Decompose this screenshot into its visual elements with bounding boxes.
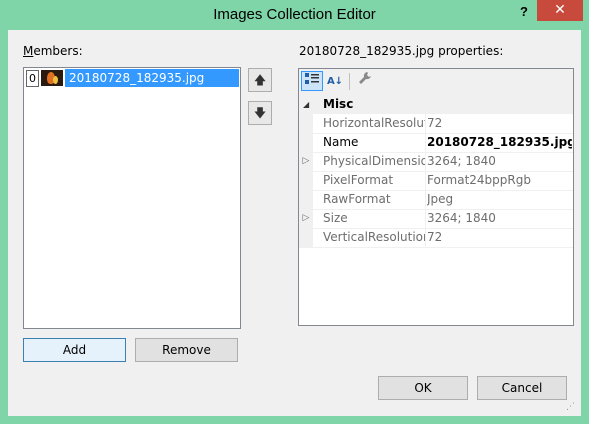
close-icon: ✕ bbox=[554, 2, 566, 18]
close-button[interactable]: ✕ bbox=[537, 0, 583, 21]
property-value[interactable]: 3264; 1840 bbox=[427, 152, 572, 171]
property-name: RawFormat bbox=[323, 192, 391, 206]
members-list[interactable]: 0 20180728_182935.jpg bbox=[23, 67, 241, 329]
property-row[interactable]: PixelFormat Format24bppRgb bbox=[299, 171, 573, 191]
move-up-button[interactable]: 🡅 bbox=[248, 68, 272, 92]
arrow-up-icon: 🡅 bbox=[253, 73, 267, 87]
row-margin bbox=[299, 133, 313, 152]
property-row[interactable]: ▷ PhysicalDimension 3264; 1840 bbox=[299, 152, 573, 172]
help-button[interactable]: ? bbox=[515, 4, 533, 22]
expand-icon[interactable]: ▷ bbox=[299, 152, 313, 171]
alphabetical-icon: A↓ bbox=[326, 76, 344, 87]
row-margin bbox=[299, 190, 313, 209]
cancel-button[interactable]: Cancel bbox=[477, 376, 567, 400]
categorized-button[interactable] bbox=[301, 71, 323, 91]
property-pages-button[interactable] bbox=[354, 71, 376, 91]
members-label-mnemonic: M bbox=[23, 44, 34, 58]
categorized-icon bbox=[305, 73, 319, 84]
property-value[interactable]: Jpeg bbox=[427, 190, 572, 209]
add-button[interactable]: Add bbox=[23, 338, 126, 362]
property-name: Name bbox=[323, 135, 359, 149]
window-title: Images Collection Editor bbox=[213, 6, 376, 23]
property-grid[interactable]: A↓ ◢ Misc HorizontalResolution 72 bbox=[298, 68, 574, 326]
member-name: 20180728_182935.jpg bbox=[65, 69, 239, 87]
category-misc[interactable]: ◢ Misc bbox=[299, 95, 573, 114]
list-item[interactable]: 0 20180728_182935.jpg bbox=[25, 69, 239, 87]
property-grid-toolbar: A↓ bbox=[299, 69, 573, 96]
row-margin bbox=[299, 171, 313, 190]
properties-label: 20180728_182935.jpg properties: bbox=[299, 44, 504, 58]
property-row[interactable]: VerticalResolution 72 bbox=[299, 228, 573, 248]
category-label: Misc bbox=[323, 97, 354, 111]
property-value[interactable]: 20180728_182935.jpg bbox=[427, 133, 572, 152]
property-value[interactable]: 3264; 1840 bbox=[427, 209, 572, 228]
ok-button[interactable]: OK bbox=[378, 376, 468, 400]
arrow-down-icon: 🡇 bbox=[253, 106, 267, 120]
move-down-button[interactable]: 🡇 bbox=[248, 101, 272, 125]
remove-button[interactable]: Remove bbox=[135, 338, 238, 362]
members-label: Members: bbox=[23, 44, 83, 58]
row-margin bbox=[299, 114, 313, 133]
property-row[interactable]: Name 20180728_182935.jpg bbox=[299, 133, 573, 153]
expand-icon[interactable]: ▷ bbox=[299, 209, 313, 228]
resize-grip-icon[interactable]: ⋰ bbox=[566, 402, 580, 414]
property-value[interactable]: 72 bbox=[427, 114, 572, 133]
collapse-icon[interactable]: ◢ bbox=[303, 95, 309, 114]
dialog-client-area: Members: 0 20180728_182935.jpg 🡅 🡇 Add R… bbox=[8, 30, 581, 416]
property-name: Size bbox=[323, 211, 348, 225]
member-index: 0 bbox=[26, 70, 39, 87]
wrench-icon bbox=[359, 72, 371, 84]
property-name: PixelFormat bbox=[323, 173, 394, 187]
property-name: HorizontalResolution bbox=[323, 116, 425, 130]
property-row[interactable]: RawFormat Jpeg bbox=[299, 190, 573, 210]
property-row[interactable]: HorizontalResolution 72 bbox=[299, 114, 573, 134]
property-row[interactable]: ▷ Size 3264; 1840 bbox=[299, 209, 573, 229]
collection-editor-window: Images Collection Editor ? ✕ Members: 0 … bbox=[0, 0, 589, 424]
members-label-rest: embers: bbox=[33, 44, 83, 58]
property-name: PhysicalDimension bbox=[323, 154, 425, 168]
row-margin bbox=[299, 228, 313, 247]
property-value[interactable]: Format24bppRgb bbox=[427, 171, 572, 190]
property-name: VerticalResolution bbox=[323, 230, 425, 244]
toolbar-separator bbox=[349, 73, 350, 90]
image-thumbnail-icon bbox=[41, 70, 63, 86]
property-value[interactable]: 72 bbox=[427, 228, 572, 247]
title-bar[interactable]: Images Collection Editor ? ✕ bbox=[0, 0, 589, 30]
alphabetical-button[interactable]: A↓ bbox=[324, 71, 346, 91]
